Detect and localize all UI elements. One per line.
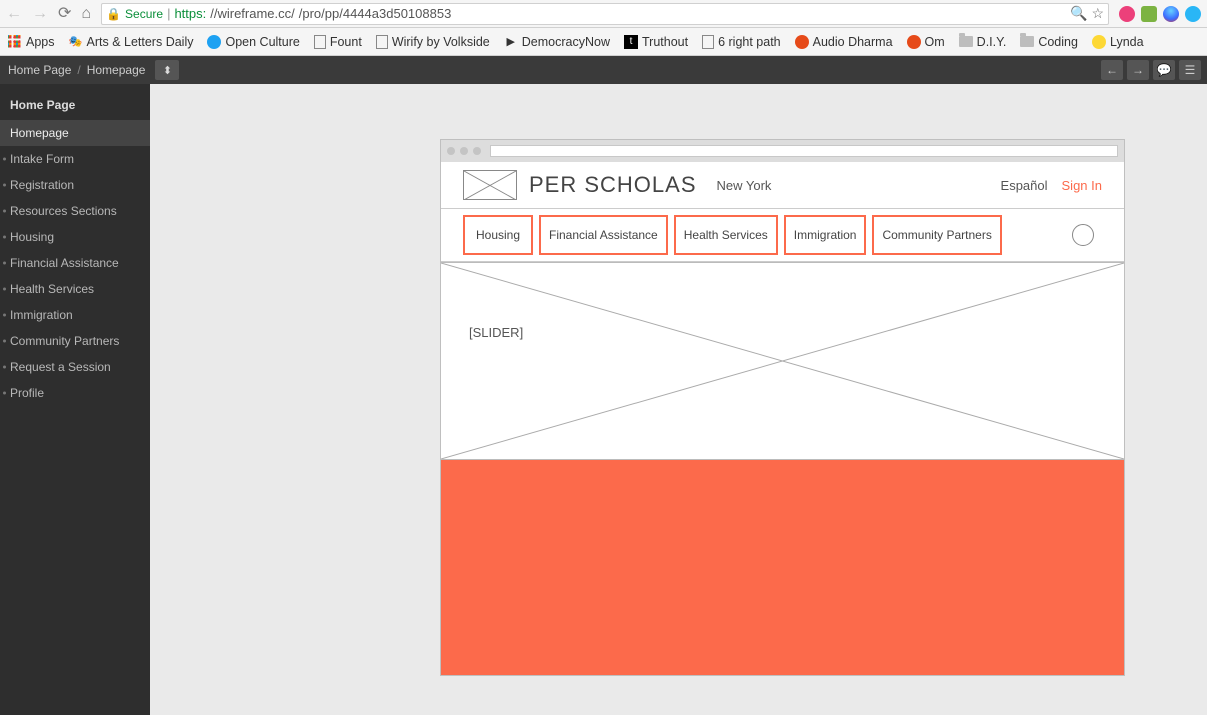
secure-label: Secure xyxy=(125,7,163,21)
sidebar-item-profile[interactable]: Profile xyxy=(0,380,150,406)
window-dot-icon xyxy=(473,147,481,155)
sidebar-item-registration[interactable]: Registration xyxy=(0,172,150,198)
search-icon[interactable] xyxy=(1072,224,1094,246)
main-nav: Housing Financial Assistance Health Serv… xyxy=(441,209,1124,262)
bookmark-item[interactable]: Wirify by Volkside xyxy=(376,35,490,49)
breadcrumb: Home Page / Homepage ⬍ xyxy=(0,60,187,80)
home-button[interactable]: ⌂ xyxy=(81,6,91,22)
content-block xyxy=(441,460,1124,675)
address-bar[interactable]: 🔒 Secure | https: //wireframe.cc/ /pro/p… xyxy=(101,3,1109,25)
site-header: PER SCHOLAS New York Español Sign In xyxy=(441,162,1124,209)
sidebar-title: Home Page xyxy=(0,90,150,120)
bookmark-item[interactable]: ▶DemocracyNow xyxy=(504,35,610,49)
sidebar-item-homepage[interactable]: Homepage xyxy=(0,120,150,146)
extension-icon[interactable] xyxy=(1163,6,1179,22)
extension-icon[interactable] xyxy=(1119,6,1135,22)
bookmark-item[interactable]: Fount xyxy=(314,35,362,49)
back-button[interactable]: ← xyxy=(6,6,22,22)
bookmark-item[interactable]: 6 right path xyxy=(702,35,781,49)
brand-title: PER SCHOLAS xyxy=(529,172,697,198)
location-label: New York xyxy=(717,178,772,193)
sidebar-item-housing[interactable]: Housing xyxy=(0,224,150,250)
lock-icon: 🔒 xyxy=(106,7,121,21)
browser-toolbar: ← → ⟳ ⌂ 🔒 Secure | https: //wireframe.cc… xyxy=(0,0,1207,28)
slider-placeholder: [SLIDER] xyxy=(441,262,1124,460)
apps-label: Apps xyxy=(26,35,55,49)
sidebar-item-resources[interactable]: Resources Sections xyxy=(0,198,150,224)
design-canvas[interactable]: PER SCHOLAS New York Español Sign In Hou… xyxy=(150,84,1207,715)
nav-health[interactable]: Health Services xyxy=(674,215,778,255)
bookmark-item[interactable]: 🎭Arts & Letters Daily xyxy=(69,35,194,49)
comments-button[interactable]: 💬 xyxy=(1153,60,1175,80)
bookmark-item[interactable]: Open Culture xyxy=(207,35,299,49)
bookmark-item[interactable]: Audio Dharma xyxy=(795,35,893,49)
sidebar: Home Page Homepage Intake Form Registrat… xyxy=(0,84,150,715)
menu-button[interactable]: ☰ xyxy=(1179,60,1201,80)
sidebar-item-community[interactable]: Community Partners xyxy=(0,328,150,354)
extension-icons xyxy=(1119,6,1201,22)
logo-placeholder xyxy=(463,170,517,200)
apps-shortcut[interactable]: Apps xyxy=(8,35,55,49)
sidebar-item-intake-form[interactable]: Intake Form xyxy=(0,146,150,172)
slider-label: [SLIDER] xyxy=(469,325,523,340)
bookmark-item[interactable]: tTruthout xyxy=(624,35,688,49)
nav-housing[interactable]: Housing xyxy=(463,215,533,255)
sidebar-item-financial[interactable]: Financial Assistance xyxy=(0,250,150,276)
breadcrumb-root[interactable]: Home Page xyxy=(8,63,71,77)
reload-button[interactable]: ⟳ xyxy=(58,6,71,22)
next-page-button[interactable]: → xyxy=(1127,60,1149,80)
url-path: /pro/pp/4444a3d50108853 xyxy=(299,6,452,21)
sidebar-item-health[interactable]: Health Services xyxy=(0,276,150,302)
window-dot-icon xyxy=(460,147,468,155)
bookmark-folder[interactable]: D.I.Y. xyxy=(959,35,1007,49)
bookmark-star-icon[interactable]: ☆ xyxy=(1091,5,1104,22)
bookmark-item[interactable]: Om xyxy=(907,35,945,49)
language-link[interactable]: Español xyxy=(1001,178,1048,193)
sidebar-item-request-session[interactable]: Request a Session xyxy=(0,354,150,380)
url-scheme: https: xyxy=(174,6,206,21)
sidebar-item-immigration[interactable]: Immigration xyxy=(0,302,150,328)
signin-link[interactable]: Sign In xyxy=(1062,178,1102,193)
app-top-bar: Home Page / Homepage ⬍ ← → 💬 ☰ cc xyxy=(0,56,1207,84)
nav-immigration[interactable]: Immigration xyxy=(784,215,867,255)
evernote-icon[interactable] xyxy=(1141,6,1157,22)
main-area: Home Page Homepage Intake Form Registrat… xyxy=(0,84,1207,715)
forward-button[interactable]: → xyxy=(32,6,48,22)
url-host: //wireframe.cc/ xyxy=(210,6,295,21)
nav-community[interactable]: Community Partners xyxy=(872,215,1001,255)
frame-url-bar xyxy=(490,145,1118,157)
prev-page-button[interactable]: ← xyxy=(1101,60,1123,80)
nav-financial[interactable]: Financial Assistance xyxy=(539,215,668,255)
frame-titlebar xyxy=(441,140,1124,162)
wireframe-browser-frame: PER SCHOLAS New York Español Sign In Hou… xyxy=(440,139,1125,676)
bookmark-folder[interactable]: Coding xyxy=(1020,35,1078,49)
apps-grid-icon xyxy=(8,35,22,49)
bookmarks-bar: Apps 🎭Arts & Letters Daily Open Culture … xyxy=(0,28,1207,56)
window-dot-icon xyxy=(447,147,455,155)
bookmark-item[interactable]: Lynda xyxy=(1092,35,1144,49)
sitemap-button[interactable]: ⬍ xyxy=(155,60,179,80)
extension-icon[interactable] xyxy=(1185,6,1201,22)
breadcrumb-current[interactable]: Homepage xyxy=(87,63,146,77)
search-in-page-icon[interactable]: 🔍 xyxy=(1070,5,1087,22)
